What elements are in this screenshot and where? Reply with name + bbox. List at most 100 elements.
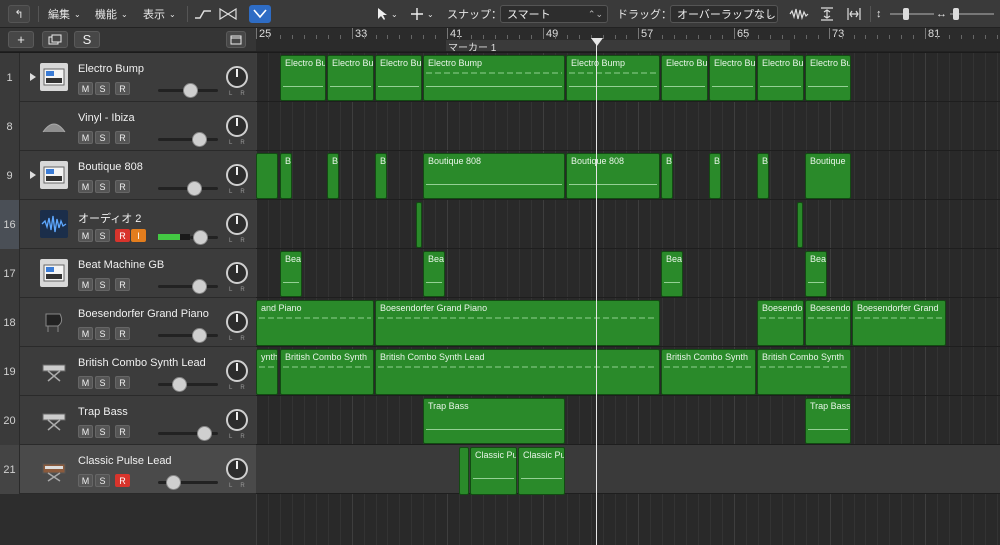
midi-region[interactable]: Electro Bu xyxy=(757,55,804,101)
drag-select[interactable]: オーバーラップなし ⌃⌄ xyxy=(670,5,778,23)
midi-region[interactable]: Trap Bass xyxy=(805,398,851,444)
midi-region[interactable]: Boesendorfer Grand Piano xyxy=(375,300,660,346)
midi-region[interactable]: Beat xyxy=(423,251,445,297)
volume-slider[interactable] xyxy=(158,328,218,343)
track-row[interactable]: 1 Electro Bump M S R LR xyxy=(0,53,256,102)
record-button[interactable]: R xyxy=(115,229,130,242)
midi-region[interactable]: Electro Bump xyxy=(423,55,565,101)
midi-region[interactable]: Boesendo xyxy=(805,300,851,346)
midi-region[interactable]: B xyxy=(375,153,387,199)
mute-button[interactable]: M xyxy=(78,376,93,389)
pan-knob[interactable] xyxy=(226,311,248,333)
arrange-area[interactable]: Electro Bu Electro Bu Electro Bu Electro… xyxy=(256,53,1000,545)
disclosure-icon[interactable] xyxy=(30,73,36,81)
record-button[interactable]: R xyxy=(115,131,130,144)
mute-button[interactable]: M xyxy=(78,474,93,487)
midi-region[interactable]: Boesendo xyxy=(757,300,804,346)
track-row-selected[interactable]: 21 Classic Pulse Lead M S R LR xyxy=(0,445,256,494)
record-button[interactable]: R xyxy=(115,474,130,487)
pan-knob[interactable] xyxy=(226,360,248,382)
track-row[interactable]: 18 Boesendorfer Grand Piano M S R LR xyxy=(0,298,256,347)
midi-region[interactable]: and Piano xyxy=(256,300,374,346)
volume-slider[interactable] xyxy=(158,426,218,441)
audio-region[interactable] xyxy=(416,202,422,248)
volume-slider[interactable] xyxy=(190,230,218,245)
midi-region[interactable]: Boesendorfer Grand xyxy=(852,300,946,346)
volume-slider[interactable] xyxy=(158,181,218,196)
volume-slider[interactable] xyxy=(158,475,218,490)
automation-icon[interactable] xyxy=(193,5,213,23)
midi-region[interactable]: Electro Bu xyxy=(280,55,326,101)
midi-region[interactable]: B xyxy=(661,153,673,199)
midi-region[interactable]: Boutique 808 xyxy=(423,153,565,199)
solo-button[interactable]: S xyxy=(95,425,110,438)
midi-region[interactable]: Electro Bu xyxy=(661,55,708,101)
midi-region[interactable]: British Combo Synth xyxy=(757,349,851,395)
solo-button[interactable]: S xyxy=(95,131,110,144)
mute-button[interactable]: M xyxy=(78,229,93,242)
volume-slider[interactable] xyxy=(158,132,218,147)
midi-region[interactable]: B xyxy=(709,153,721,199)
audio-region[interactable] xyxy=(797,202,803,248)
midi-region[interactable]: Classic Pu xyxy=(470,447,517,495)
midi-region[interactable]: Electro Bu xyxy=(375,55,422,101)
solo-button[interactable]: S xyxy=(95,229,110,242)
solo-button[interactable]: S xyxy=(95,278,110,291)
solo-button[interactable]: S xyxy=(95,327,110,340)
midi-region[interactable]: Boutique xyxy=(805,153,851,199)
volume-slider[interactable] xyxy=(158,279,218,294)
record-button[interactable]: R xyxy=(115,180,130,193)
solo-button[interactable]: S xyxy=(95,82,110,95)
track-row[interactable]: 16 オーディオ 2 M S R I LR xyxy=(0,200,256,249)
volume-slider[interactable] xyxy=(158,83,218,98)
pointer-tool-icon[interactable]: ⌄ xyxy=(376,5,406,23)
midi-region[interactable]: Electro Bump xyxy=(566,55,660,101)
mute-button[interactable]: M xyxy=(78,180,93,193)
catch-content-icon[interactable] xyxy=(226,31,246,48)
pan-knob[interactable] xyxy=(226,164,248,186)
midi-region[interactable]: British Combo Synth xyxy=(661,349,756,395)
midi-region[interactable]: Electro Bu xyxy=(805,55,851,101)
solo-button[interactable]: S xyxy=(95,376,110,389)
horizontal-zoom-fit-icon[interactable] xyxy=(845,5,863,23)
record-button[interactable]: R xyxy=(115,278,130,291)
midi-region[interactable]: Electro Bu xyxy=(709,55,756,101)
midi-region[interactable]: Beat xyxy=(280,251,302,297)
midi-region[interactable] xyxy=(459,447,469,495)
pan-knob[interactable] xyxy=(226,458,248,480)
track-row[interactable]: 17 Beat Machine GB M S R LR xyxy=(0,249,256,298)
add-track-button[interactable]: + xyxy=(8,31,34,48)
view-menu[interactable]: 表示 ⌄ xyxy=(143,5,176,23)
track-row[interactable]: 9 Boutique 808 M S R LR xyxy=(0,151,256,200)
midi-region[interactable]: British Combo Synth Lead xyxy=(375,349,660,395)
global-solo-button[interactable]: S xyxy=(74,31,100,48)
marker-region[interactable]: マーカー 1 xyxy=(446,40,790,51)
flex-icon[interactable] xyxy=(218,5,238,23)
pan-knob[interactable] xyxy=(226,115,248,137)
midi-region[interactable]: British Combo Synth xyxy=(280,349,374,395)
solo-button[interactable]: S xyxy=(95,474,110,487)
record-button[interactable]: R xyxy=(115,376,130,389)
mute-button[interactable]: M xyxy=(78,82,93,95)
pan-knob[interactable] xyxy=(226,213,248,235)
track-row[interactable]: 19 British Combo Synth Lead M S R LR xyxy=(0,347,256,396)
horizontal-zoom-slider[interactable] xyxy=(950,8,994,20)
duplicate-track-icon[interactable] xyxy=(42,31,68,48)
mute-button[interactable]: M xyxy=(78,327,93,340)
snap-select[interactable]: スマート ⌃⌄ xyxy=(500,5,608,23)
midi-region[interactable]: Classic Pu xyxy=(518,447,565,495)
midi-region[interactable]: Beat xyxy=(805,251,827,297)
marquee-tool-icon[interactable]: ⌄ xyxy=(410,5,440,23)
midi-region[interactable]: Trap Bass xyxy=(423,398,565,444)
midi-region[interactable]: B xyxy=(280,153,292,199)
midi-region[interactable]: B xyxy=(757,153,769,199)
disclosure-icon[interactable] xyxy=(30,171,36,179)
bar-ruler[interactable]: 25 33 41 49 57 65 73 81 マーカー 1 xyxy=(256,28,1000,52)
track-row[interactable]: 8 Vinyl - Ibiza M S R LR xyxy=(0,102,256,151)
pan-knob[interactable] xyxy=(226,262,248,284)
waveform-zoom-icon[interactable] xyxy=(788,5,810,23)
midi-region[interactable]: Boutique 808 xyxy=(566,153,660,199)
solo-button[interactable]: S xyxy=(95,180,110,193)
functions-menu[interactable]: 機能 ⌄ xyxy=(95,5,128,23)
catch-playhead-icon[interactable] xyxy=(249,5,271,23)
